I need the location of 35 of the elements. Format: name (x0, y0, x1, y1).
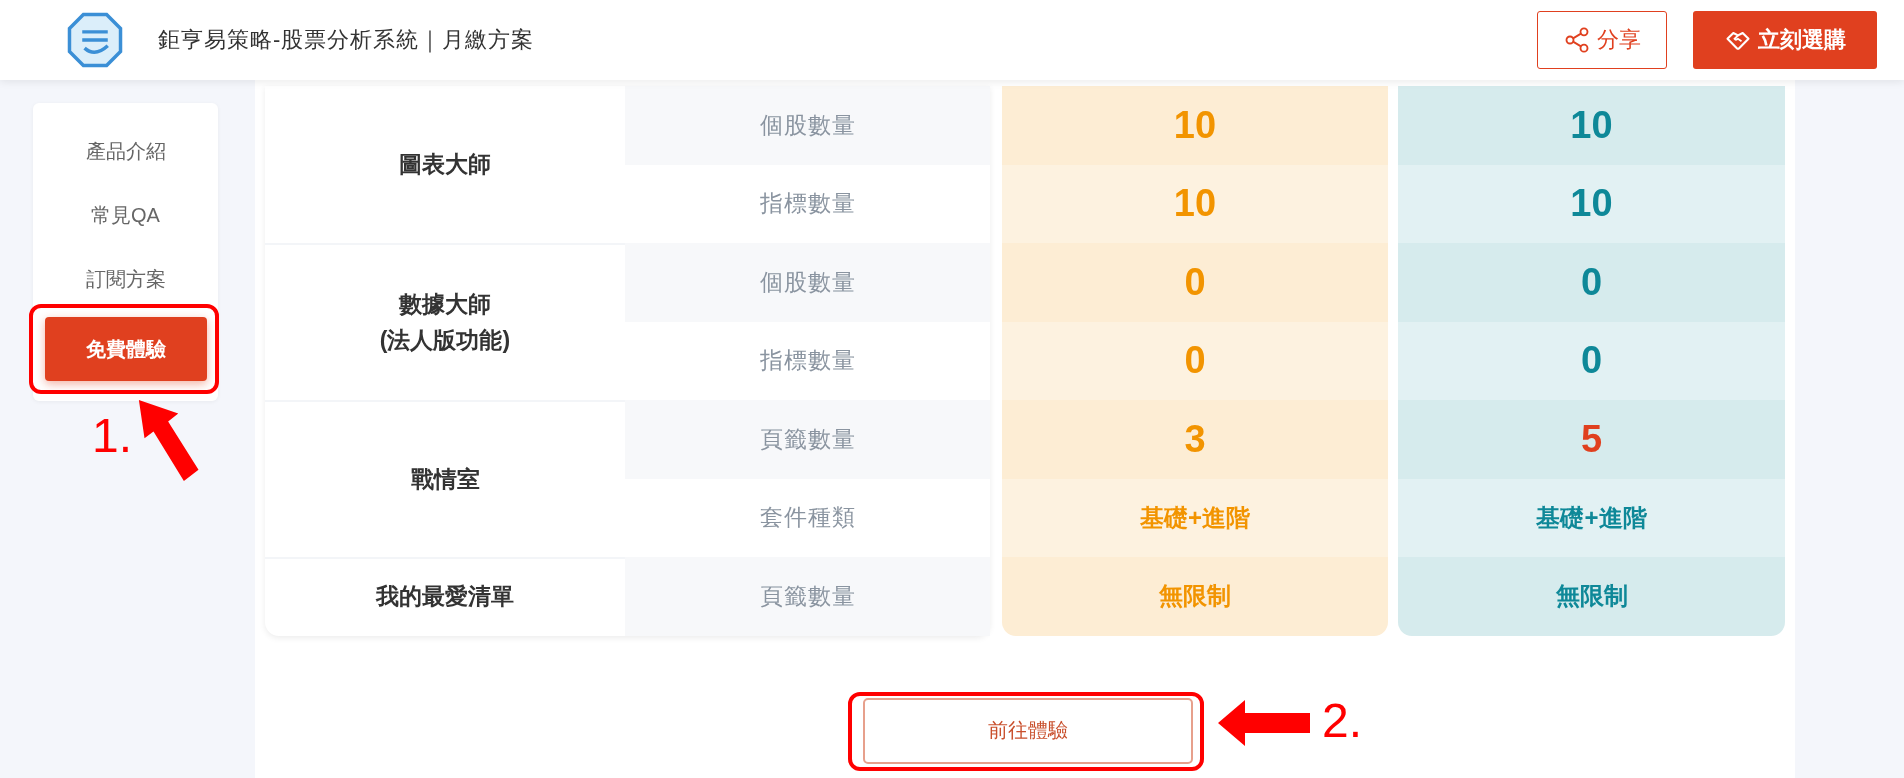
plan-value: 3 (1002, 400, 1388, 479)
plan-value: 基礎+進階 (1398, 478, 1785, 557)
plan-value: 10 (1398, 164, 1785, 243)
feature-label: 頁籤數量 (759, 581, 856, 611)
plan-value: 0 (1002, 243, 1388, 322)
plan-value: 無限制 (1398, 557, 1785, 636)
feature-label: 頁籤數量 (759, 424, 856, 454)
try-button[interactable]: 前往體驗 (863, 697, 1193, 764)
feature-label: 個股數量 (759, 267, 856, 297)
sidebar-item[interactable]: 常見QA (44, 185, 207, 245)
category-label: 圖表大師 (399, 149, 491, 179)
plan-value: 10 (1002, 86, 1388, 165)
step-label: 1. (92, 412, 133, 460)
plan-value: 0 (1398, 243, 1785, 322)
buy-button[interactable]: 立刻選購 (1693, 11, 1877, 69)
category-label: 戰情室 (410, 464, 480, 494)
plan-value: 0 (1398, 321, 1785, 400)
plan-value: 無限制 (1002, 557, 1388, 636)
category-label: 數據大師 (法人版功能) (379, 289, 511, 355)
feature-label: 指標數量 (759, 189, 856, 219)
feature-label: 個股數量 (759, 110, 856, 140)
feature-label: 套件種類 (759, 503, 856, 533)
sidebar-item[interactable]: 免費體驗 (44, 317, 207, 381)
share-button[interactable]: 分享 (1537, 11, 1667, 69)
category-label: 我的最愛清單 (376, 582, 514, 612)
page-title: 鉅亨易策略-股票分析系統｜月繳方案 (158, 26, 535, 55)
sidebar-item[interactable]: 訂閱方案 (44, 249, 207, 309)
feature-label: 指標數量 (759, 346, 856, 376)
sidebar-item[interactable]: 產品介紹 (44, 121, 207, 181)
plan-value: 10 (1002, 164, 1388, 243)
plan-value: 基礎+進階 (1002, 478, 1388, 557)
plan-value: 5 (1398, 400, 1785, 479)
step-label: 2. (1322, 697, 1363, 745)
plan-value: 0 (1002, 321, 1388, 400)
plan-value: 10 (1398, 86, 1785, 165)
